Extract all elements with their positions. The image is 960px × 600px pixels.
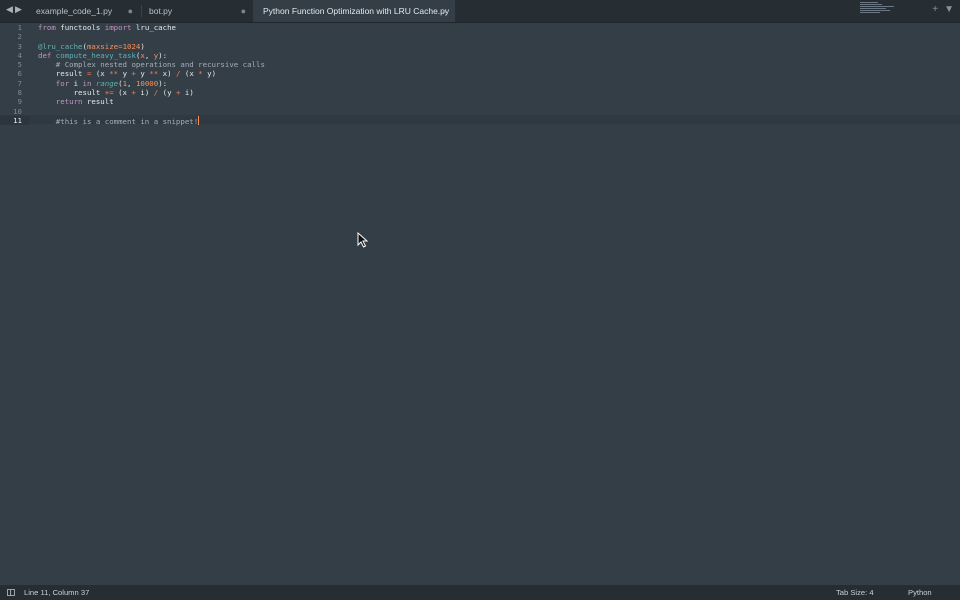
tab-actions: + ▼ — [926, 4, 954, 15]
line-number-gutter: 1 2 3 4 5 6 7 8 9 10 11 — [0, 23, 30, 126]
line-number: 5 — [17, 60, 22, 70]
tab-label: bot.py — [149, 6, 173, 16]
tab-label: Python Function Optimization with LRU Ca… — [263, 6, 450, 16]
tab-size-selector[interactable]: Tab Size: 4 — [836, 585, 874, 600]
plus-icon[interactable]: + — [932, 4, 938, 15]
code-line[interactable] — [38, 107, 265, 116]
arrow-right-icon[interactable]: ▶ — [15, 4, 24, 15]
code-line[interactable]: return result — [38, 97, 265, 106]
mouse-pointer-icon — [357, 232, 369, 248]
code-line[interactable]: result += (x + i) / (y + i) — [38, 88, 265, 97]
close-icon[interactable]: × — [442, 0, 447, 22]
line-number: 4 — [17, 50, 22, 60]
code-line[interactable]: @lru_cache(maxsize=1024) — [38, 42, 265, 51]
code-text[interactable]: from functools import lru_cache @lru_cac… — [38, 23, 265, 126]
tab-example-code[interactable]: example_code_1.py ● — [26, 0, 141, 22]
minimap[interactable] — [860, 2, 900, 18]
line-number: 6 — [17, 69, 22, 79]
code-line[interactable]: def compute_heavy_task(x, y): — [38, 51, 265, 60]
tab-bot[interactable]: bot.py ● — [139, 0, 254, 22]
line-number: 2 — [17, 32, 22, 42]
line-number: 9 — [17, 97, 22, 107]
arrow-left-icon[interactable]: ◀ — [6, 4, 15, 15]
line-number: 7 — [17, 78, 22, 88]
cursor-position: Line 11, Column 37 — [24, 588, 90, 597]
code-line[interactable]: result = (x ** y + y ** x) / (x * y) — [38, 69, 265, 78]
line-number: 10 — [13, 106, 22, 116]
tab-navigation: ◀▶ — [6, 4, 24, 15]
code-line[interactable] — [38, 32, 265, 41]
line-number: 1 — [17, 23, 22, 32]
chevron-down-icon[interactable]: ▼ — [944, 4, 954, 15]
line-number: 8 — [17, 88, 22, 98]
code-line[interactable]: from functools import lru_cache — [38, 23, 265, 32]
code-line-current[interactable]: #this is a comment in a snippet! — [38, 115, 265, 126]
code-editor[interactable]: 1 2 3 4 5 6 7 8 9 10 11 from functools i… — [0, 22, 960, 585]
code-line[interactable]: # Complex nested operations and recursiv… — [38, 60, 265, 69]
unsaved-dot-icon[interactable]: ● — [241, 0, 246, 22]
tab-label: example_code_1.py — [36, 6, 113, 16]
syntax-selector[interactable]: Python — [908, 585, 932, 600]
status-bar: Line 11, Column 37 Tab Size: 4 Python — [0, 585, 960, 600]
code-line[interactable]: for i in range(1, 10000): — [38, 79, 265, 88]
unsaved-dot-icon[interactable]: ● — [128, 0, 133, 22]
line-number: 3 — [17, 41, 22, 51]
text-caret — [198, 115, 200, 125]
line-number-current: 11 — [0, 115, 30, 126]
sidebar-toggle-icon[interactable] — [7, 589, 15, 596]
tab-bar: ◀▶ example_code_1.py ● bot.py ● Python F… — [0, 0, 960, 23]
tab-lru-cache[interactable]: Python Function Optimization with LRU Ca… — [253, 0, 455, 22]
